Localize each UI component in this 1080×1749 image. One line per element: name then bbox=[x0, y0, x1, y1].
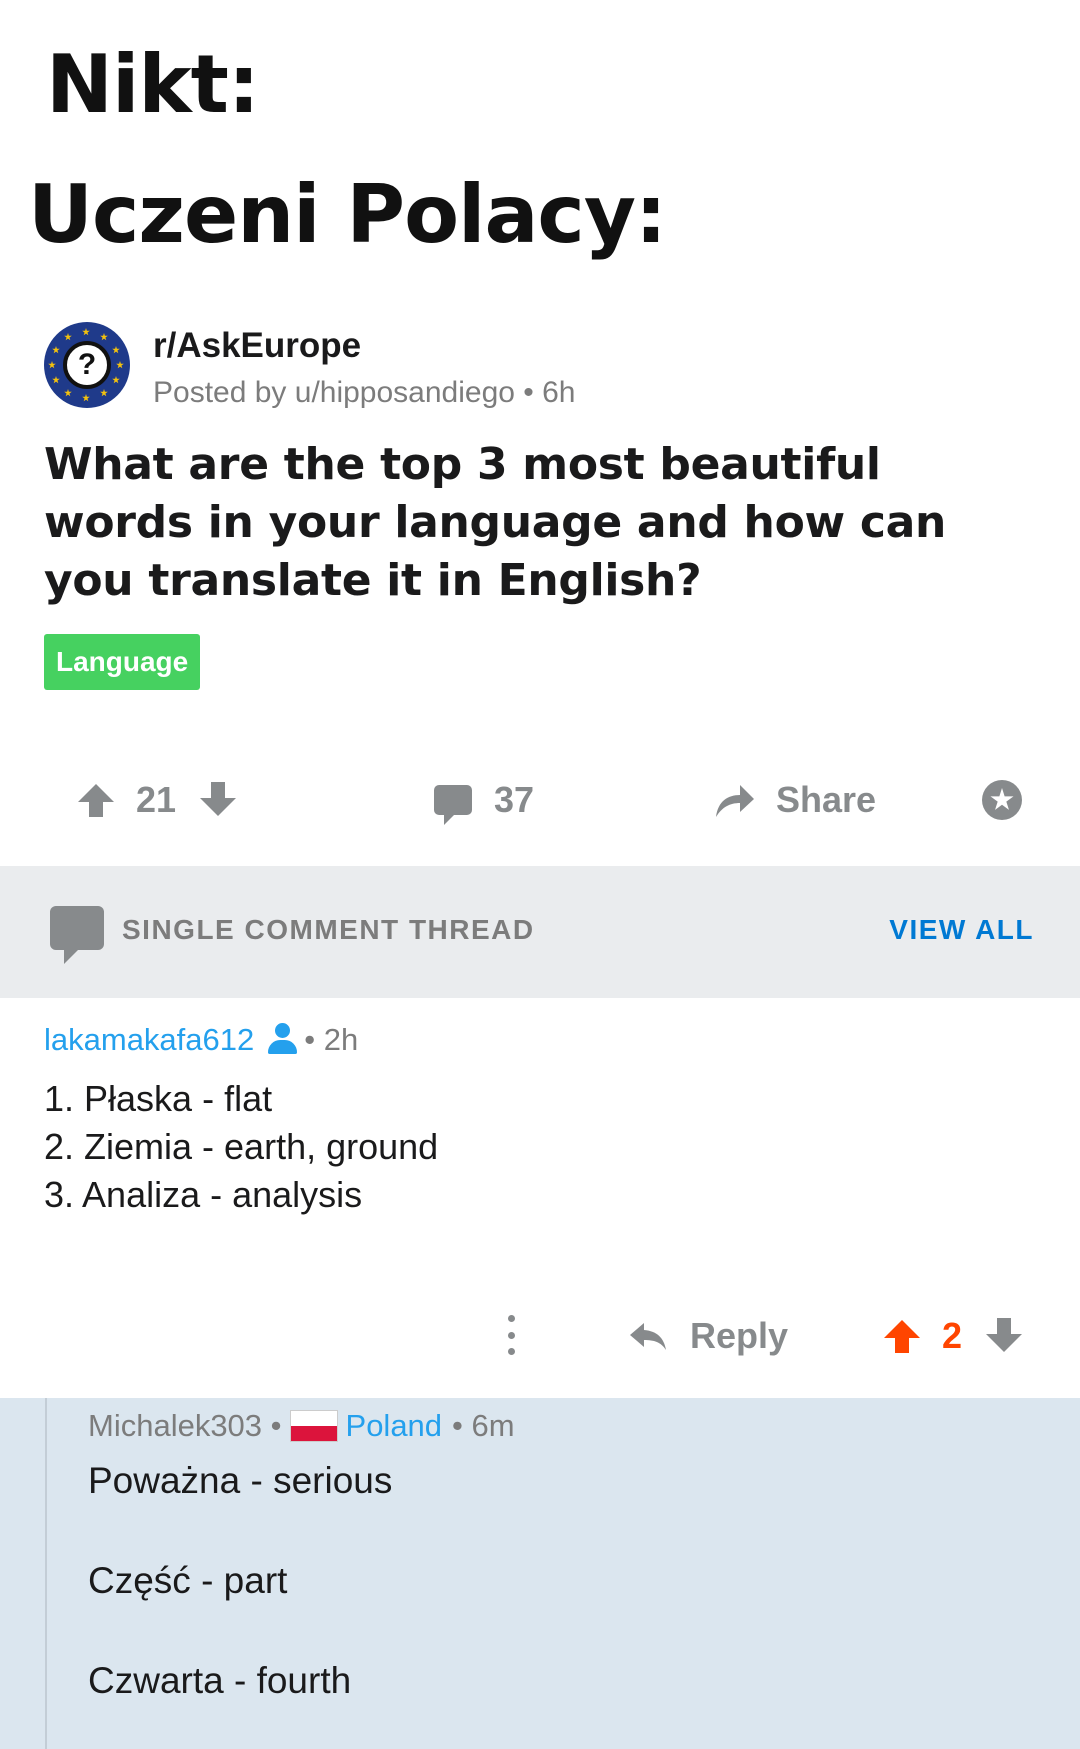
meme-caption-line2: Uczeni Polacy: bbox=[28, 168, 667, 261]
comment-thread-icon bbox=[50, 906, 104, 964]
post-vote-count: 21 bbox=[136, 779, 177, 820]
comment-icon bbox=[434, 785, 472, 825]
reply-line: Poważna - serious bbox=[88, 1460, 393, 1501]
comment-body: 1. Płaska - flat 2. Ziemia - earth, grou… bbox=[44, 1075, 438, 1219]
op-person-icon bbox=[266, 1023, 298, 1057]
reply-icon bbox=[630, 1323, 666, 1350]
award-button[interactable] bbox=[982, 760, 1022, 840]
comment-action-bar: Reply 2 bbox=[0, 1300, 1080, 1370]
eu-star-icon bbox=[112, 376, 120, 384]
downvote-icon[interactable] bbox=[200, 782, 237, 816]
eu-star-icon bbox=[100, 333, 108, 341]
post-title[interactable]: What are the top 3 most beautiful words … bbox=[44, 436, 1034, 610]
comment-time: • 2h bbox=[304, 1022, 359, 1057]
comment-line: 3. Analiza - analysis bbox=[44, 1174, 363, 1215]
eu-star-icon bbox=[52, 346, 60, 354]
downvote-icon[interactable] bbox=[986, 1318, 1023, 1352]
post-action-bar: 21 37 Share bbox=[0, 760, 1080, 840]
upvote-icon[interactable] bbox=[78, 784, 114, 817]
eu-star-icon bbox=[112, 346, 120, 354]
reply-author[interactable]: Michalek303 • bbox=[88, 1408, 282, 1444]
eu-star-icon bbox=[100, 389, 108, 397]
upvote-icon[interactable] bbox=[884, 1320, 920, 1353]
comments-button[interactable]: 37 bbox=[434, 760, 534, 840]
eu-star-icon bbox=[64, 333, 72, 341]
eu-star-icon bbox=[82, 328, 90, 336]
comment-vote-group: 2 bbox=[884, 1308, 1023, 1364]
single-comment-thread-bar: SINGLE COMMENT THREAD VIEW ALL bbox=[0, 866, 1080, 998]
comment-meta: lakamakafa612 • 2h bbox=[44, 1022, 358, 1058]
more-options-icon[interactable] bbox=[508, 1315, 516, 1355]
eu-star-icon bbox=[116, 361, 124, 369]
comment-author[interactable]: lakamakafa612 bbox=[44, 1022, 254, 1058]
eu-star-icon bbox=[52, 376, 60, 384]
reply-line: Część - part bbox=[88, 1560, 288, 1601]
reply-line: Czwarta - fourth bbox=[88, 1660, 352, 1701]
post-meta: Posted by u/hipposandiego • 6h bbox=[153, 376, 576, 409]
thread-line[interactable] bbox=[45, 1398, 47, 1749]
award-icon bbox=[982, 780, 1022, 820]
post-vote-group: 21 bbox=[78, 760, 237, 840]
comment-count: 37 bbox=[494, 779, 535, 820]
share-icon bbox=[716, 785, 754, 817]
share-button[interactable]: Share bbox=[712, 760, 876, 840]
comment-line: 2. Ziemia - earth, ground bbox=[44, 1126, 439, 1167]
poland-flag-icon bbox=[289, 1410, 338, 1442]
subreddit-name[interactable]: r/AskEurope bbox=[153, 326, 361, 366]
reply-label: Reply bbox=[690, 1315, 789, 1356]
eu-star-icon bbox=[48, 361, 56, 369]
view-all-link[interactable]: VIEW ALL bbox=[889, 914, 1034, 946]
reply-button[interactable]: Reply bbox=[628, 1308, 788, 1364]
reply-time: • 6m bbox=[452, 1408, 515, 1443]
question-mark-icon: ? bbox=[63, 341, 111, 389]
meme-caption-line1: Nikt: bbox=[46, 38, 260, 131]
subreddit-avatar[interactable]: ? bbox=[44, 322, 130, 408]
reply-country-flair: Poland bbox=[345, 1408, 443, 1443]
eu-star-icon bbox=[82, 394, 90, 402]
share-label: Share bbox=[776, 779, 877, 820]
reply-meta: Michalek303 • Poland • 6m bbox=[88, 1408, 515, 1444]
reply-comment: Michalek303 • Poland • 6m Poważna - seri… bbox=[0, 1398, 1080, 1749]
comment-line: 1. Płaska - flat bbox=[44, 1078, 273, 1119]
thread-label: SINGLE COMMENT THREAD bbox=[122, 914, 535, 945]
eu-star-icon bbox=[64, 389, 72, 397]
post-flair[interactable]: Language bbox=[44, 634, 201, 690]
comment-vote-count: 2 bbox=[942, 1315, 963, 1356]
